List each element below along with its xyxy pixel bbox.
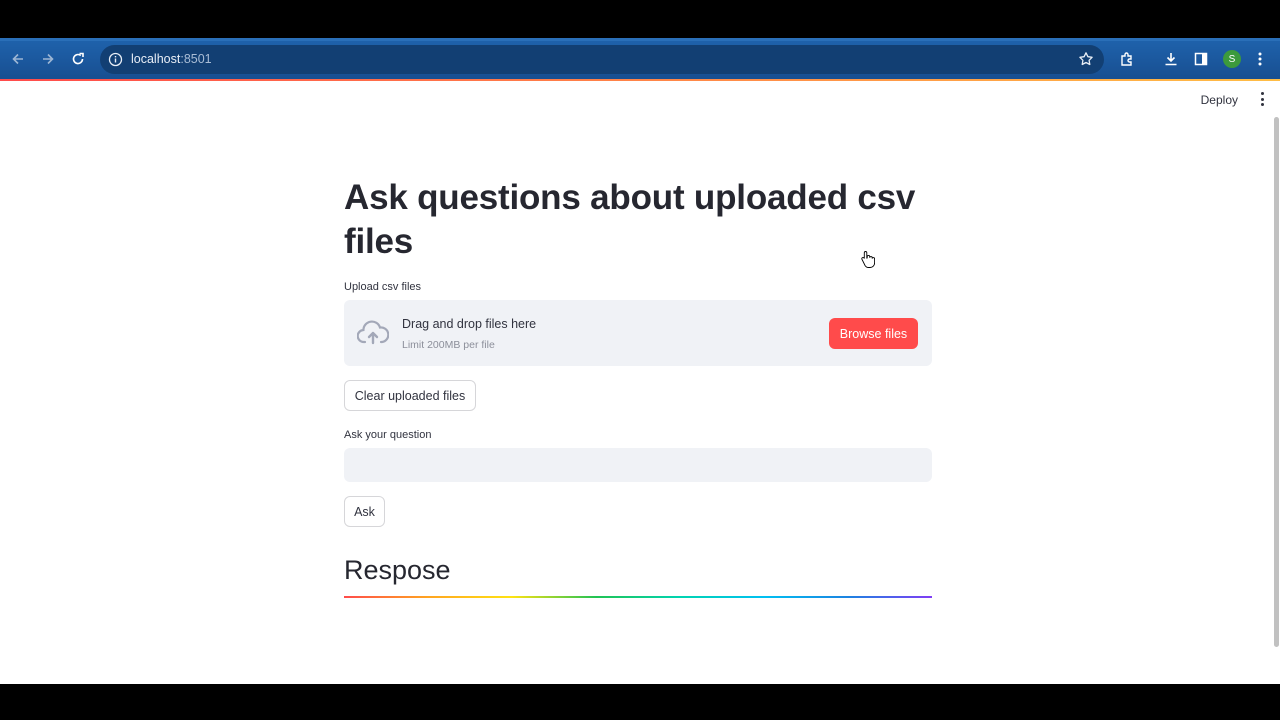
back-button[interactable] [7, 48, 29, 70]
response-divider [344, 596, 932, 598]
address-bar[interactable]: localhost:8501 [100, 45, 1104, 74]
extensions-icon [1121, 52, 1132, 66]
question-input[interactable] [344, 448, 932, 482]
file-dropzone[interactable]: Drag and drop files here Limit 200MB per… [344, 300, 932, 366]
extensions-button[interactable] [1118, 50, 1136, 68]
response-header: Respose [344, 555, 451, 585]
letterbox-bottom [0, 684, 1280, 720]
app-menu-button[interactable] [1259, 92, 1265, 106]
browse-files-button[interactable]: Browse files [829, 318, 918, 349]
page-scrollbar[interactable] [1274, 117, 1279, 647]
clear-uploaded-files-button[interactable]: Clear uploaded files [344, 380, 476, 411]
dropzone-instructions: Drag and drop files here [402, 317, 537, 331]
side-panel-icon [1194, 52, 1208, 66]
star-icon[interactable] [1078, 51, 1094, 67]
reload-icon [72, 52, 84, 65]
deploy-button[interactable]: Deploy [1201, 93, 1238, 107]
page-title: Ask questions about uploaded csv files [344, 178, 916, 261]
ask-button[interactable]: Ask [344, 496, 385, 527]
question-label: Ask your question [344, 429, 432, 441]
side-panel-button[interactable] [1192, 50, 1210, 68]
downloads-button[interactable] [1162, 50, 1180, 68]
dropzone-limit: Limit 200MB per file [402, 339, 495, 351]
forward-arrow-icon [43, 53, 54, 65]
hand-cursor-icon [861, 251, 875, 268]
url-text: localhost:8501 [131, 52, 212, 66]
cloud-upload-icon [357, 320, 389, 345]
kebab-dot [1260, 103, 1264, 106]
browser-menu-button[interactable] [1251, 50, 1269, 68]
upload-label: Upload csv files [344, 281, 422, 293]
download-icon [1165, 53, 1177, 66]
app-page: Deploy Ask questions about uploaded csv … [0, 81, 1280, 684]
back-arrow-icon [12, 53, 23, 65]
kebab-dot [1260, 92, 1264, 95]
url-port: :8501 [180, 52, 212, 66]
url-host: localhost [131, 52, 181, 66]
forward-button[interactable] [37, 48, 59, 70]
kebab-menu-icon [1258, 52, 1262, 66]
info-icon[interactable] [108, 52, 123, 67]
kebab-dot [1260, 97, 1264, 101]
tab-strip-edge [0, 38, 1280, 41]
profile-avatar[interactable]: S [1223, 50, 1241, 68]
letterbox-top [0, 0, 1280, 38]
reload-button[interactable] [67, 48, 89, 70]
